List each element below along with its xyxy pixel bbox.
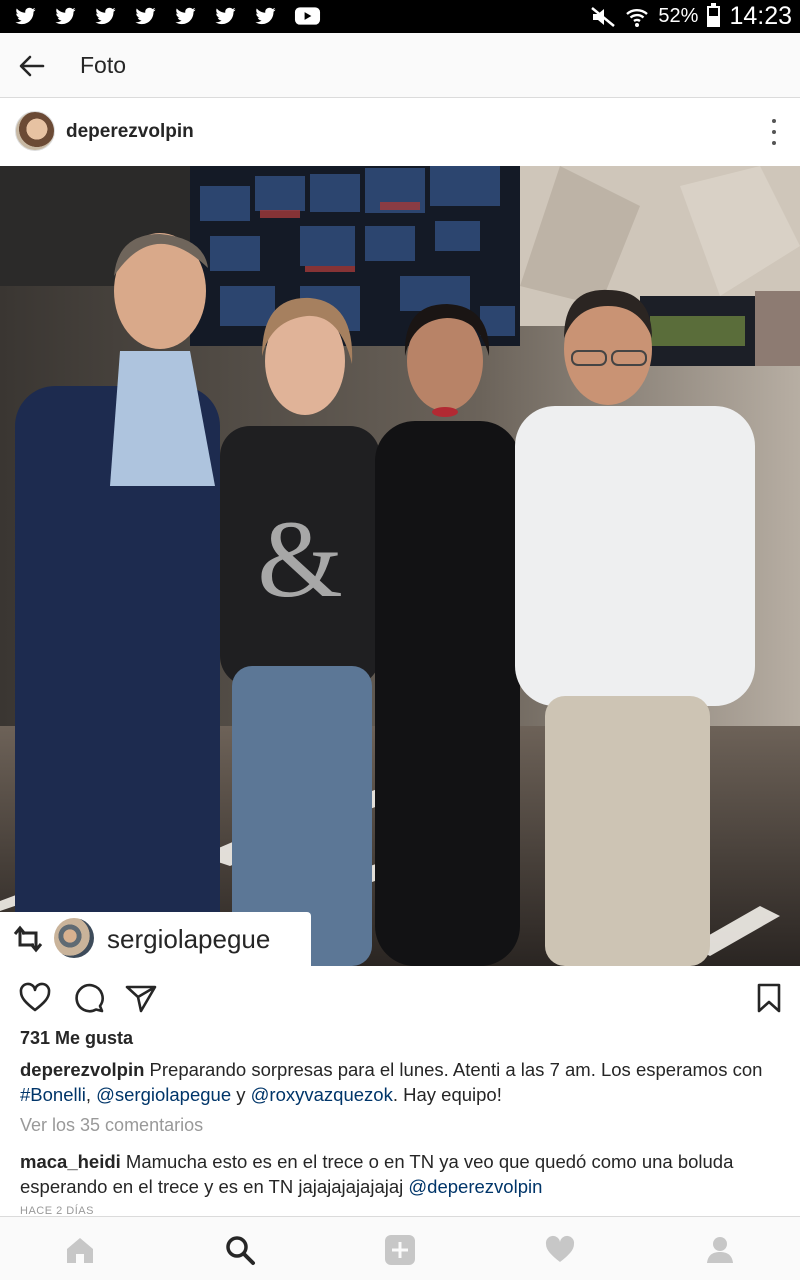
like-count[interactable]: 731 Me gusta: [20, 1028, 133, 1049]
comment-username[interactable]: maca_heidi: [20, 1151, 121, 1172]
share-icon[interactable]: [124, 982, 158, 1014]
repost-attribution[interactable]: sergiolapegue: [0, 912, 311, 966]
bookmark-icon[interactable]: [754, 982, 784, 1014]
youtube-icon: [294, 7, 321, 25]
caption-mention-2[interactable]: @roxyvazquezok: [251, 1084, 393, 1105]
twitter-icon: [215, 7, 236, 25]
back-arrow-icon[interactable]: [16, 51, 46, 81]
search-icon[interactable]: [224, 1234, 256, 1266]
home-icon[interactable]: [64, 1234, 96, 1266]
caption-text: Preparando sorpresas para el lunes. Aten…: [149, 1059, 763, 1080]
caption-username[interactable]: deperezvolpin: [20, 1059, 144, 1080]
top-bar: Foto: [0, 33, 800, 98]
clock: 14:23: [729, 2, 792, 30]
repost-username[interactable]: sergiolapegue: [107, 924, 270, 955]
more-options-icon[interactable]: [770, 119, 778, 145]
twitter-icon: [15, 7, 36, 25]
caption-separator: y: [231, 1084, 251, 1105]
twitter-icon: [255, 7, 276, 25]
notification-icons: [14, 5, 321, 27]
comment-mention[interactable]: @deperezvolpin: [408, 1176, 542, 1197]
caption-mention-1[interactable]: @sergiolapegue: [96, 1084, 231, 1105]
wifi-icon: [626, 8, 649, 27]
twitter-icon: [55, 7, 76, 25]
caption-text-end: . Hay equipo!: [392, 1084, 502, 1105]
post-username[interactable]: deperezvolpin: [66, 121, 194, 143]
svg-text:&: &: [257, 498, 343, 620]
bottom-nav: [0, 1216, 800, 1280]
repost-avatar[interactable]: [54, 918, 94, 958]
caption-hashtag[interactable]: #Bonelli: [20, 1084, 86, 1105]
comment: maca_heidi Mamucha esto es en el trece o…: [20, 1149, 790, 1199]
heart-icon[interactable]: [18, 982, 52, 1014]
post-photo[interactable]: &: [0, 166, 800, 966]
add-post-icon[interactable]: [384, 1234, 416, 1266]
twitter-icon: [175, 7, 196, 25]
post-caption: deperezvolpin Preparando sorpresas para …: [20, 1057, 790, 1107]
battery-icon: [707, 3, 721, 27]
comment-text: Mamucha esto es en el trece o en TN ya v…: [20, 1151, 734, 1197]
repost-icon: [13, 925, 43, 953]
profile-icon[interactable]: [704, 1234, 736, 1266]
comment-icon[interactable]: [72, 982, 106, 1014]
twitter-icon: [95, 7, 116, 25]
twitter-icon: [135, 7, 156, 25]
avatar[interactable]: [15, 111, 55, 151]
caption-separator: ,: [85, 1084, 97, 1105]
post-header: deperezvolpin: [0, 99, 800, 166]
mute-icon: [591, 6, 616, 27]
view-comments-link[interactable]: Ver los 35 comentarios: [20, 1115, 203, 1136]
status-bar: 52% 14:23: [0, 0, 800, 33]
page-title: Foto: [80, 52, 127, 78]
post-actions: [0, 966, 800, 1028]
battery-percent: 52%: [658, 5, 699, 27]
activity-heart-icon[interactable]: [544, 1234, 576, 1266]
